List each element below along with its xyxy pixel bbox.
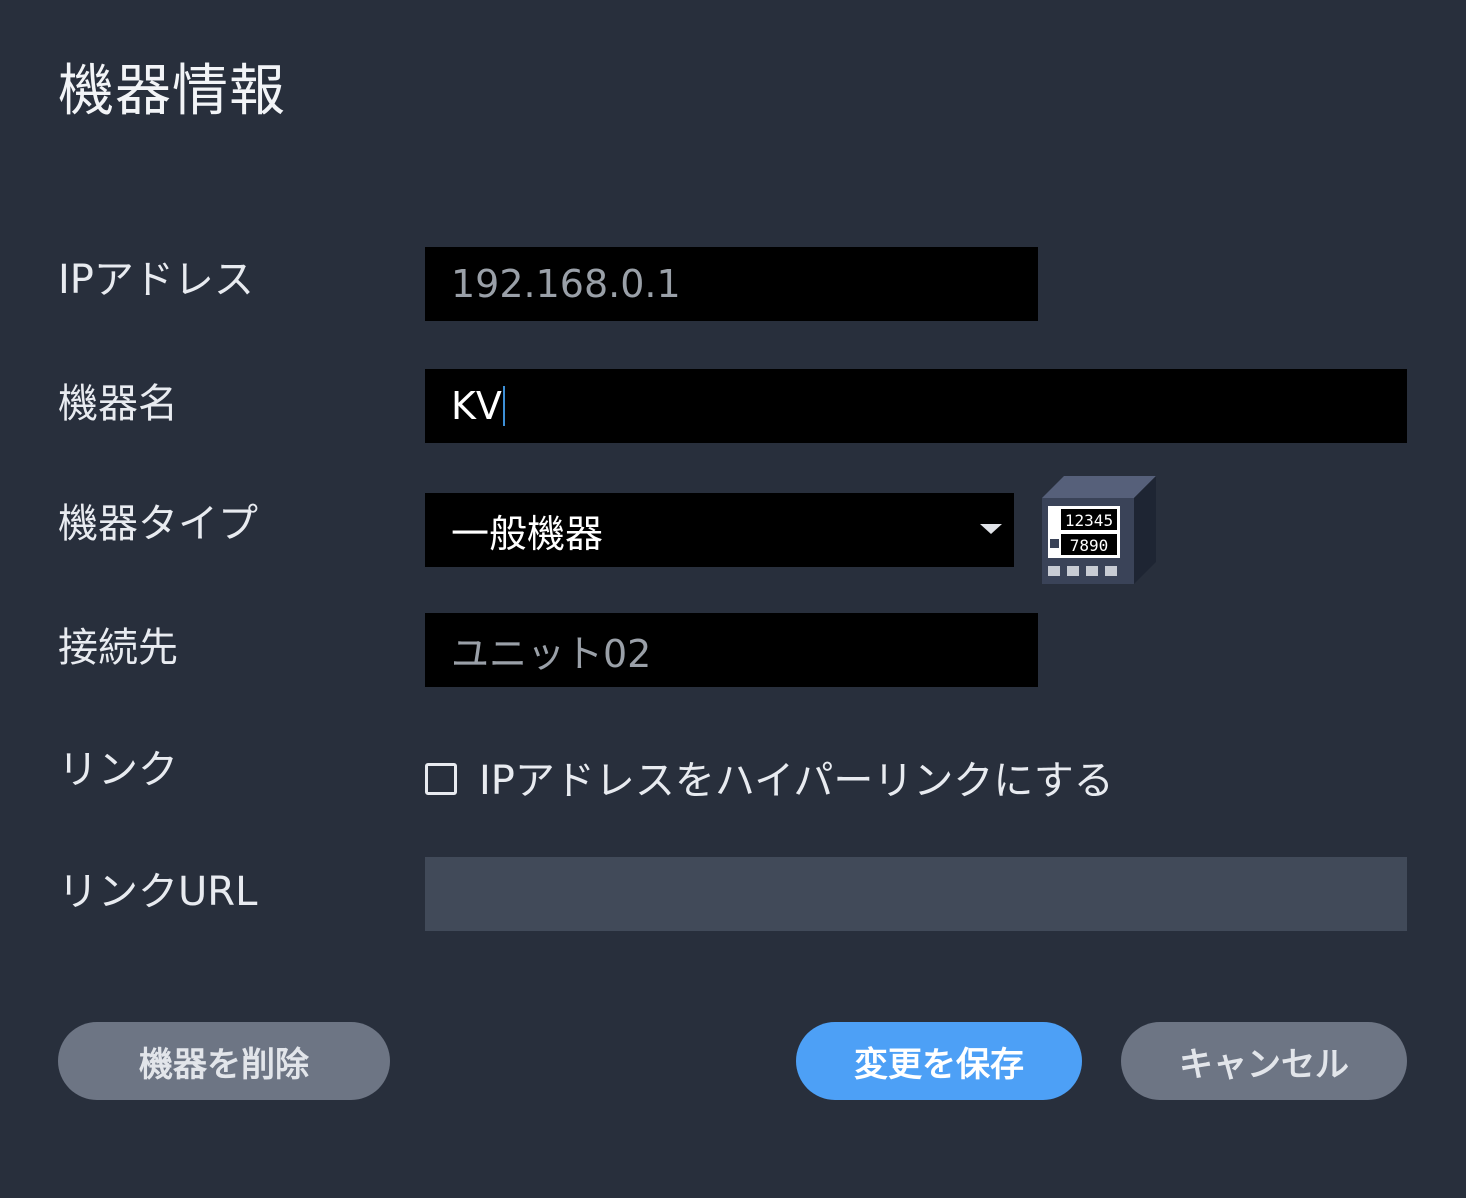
meter-display-bottom: 7890 [1070,536,1109,555]
ip-address-field[interactable]: 192.168.0.1 [425,247,1038,321]
connection-field[interactable]: ユニット02 [425,613,1038,687]
device-info-dialog: 機器情報 IPアドレス 192.168.0.1 機器名 KV 機器タイプ 一般機… [0,0,1466,1198]
link-label: リンク [58,747,178,793]
dialog-title: 機器情報 [58,59,286,124]
chevron-down-icon [980,524,1002,534]
delete-device-button[interactable]: 機器を削除 [58,1022,390,1100]
panel-meter-icon: 12345 7890 [1042,476,1156,584]
link-url-label: リンクURL [58,869,258,915]
link-url-input[interactable] [425,857,1407,931]
ip-address-label: IPアドレス [58,257,254,303]
save-changes-button[interactable]: 変更を保存 [796,1022,1082,1100]
cancel-button[interactable]: キャンセル [1121,1022,1407,1100]
meter-display-top: 12345 [1065,511,1113,530]
device-type-select[interactable]: 一般機器 [425,493,1014,567]
device-name-value: KV [451,384,502,428]
hyperlink-checkbox[interactable] [425,763,457,795]
device-name-label: 機器名 [58,381,178,427]
connection-value: ユニット02 [451,631,652,676]
ip-address-value: 192.168.0.1 [451,262,681,306]
device-type-label: 機器タイプ [58,501,258,547]
hyperlink-checkbox-row[interactable]: IPアドレスをハイパーリンクにする [425,748,1114,806]
device-name-input[interactable]: KV [425,369,1407,443]
device-type-value: 一般機器 [451,511,604,556]
text-caret [502,386,505,426]
hyperlink-checkbox-label: IPアドレスをハイパーリンクにする [479,758,1114,804]
connection-label: 接続先 [58,625,178,671]
